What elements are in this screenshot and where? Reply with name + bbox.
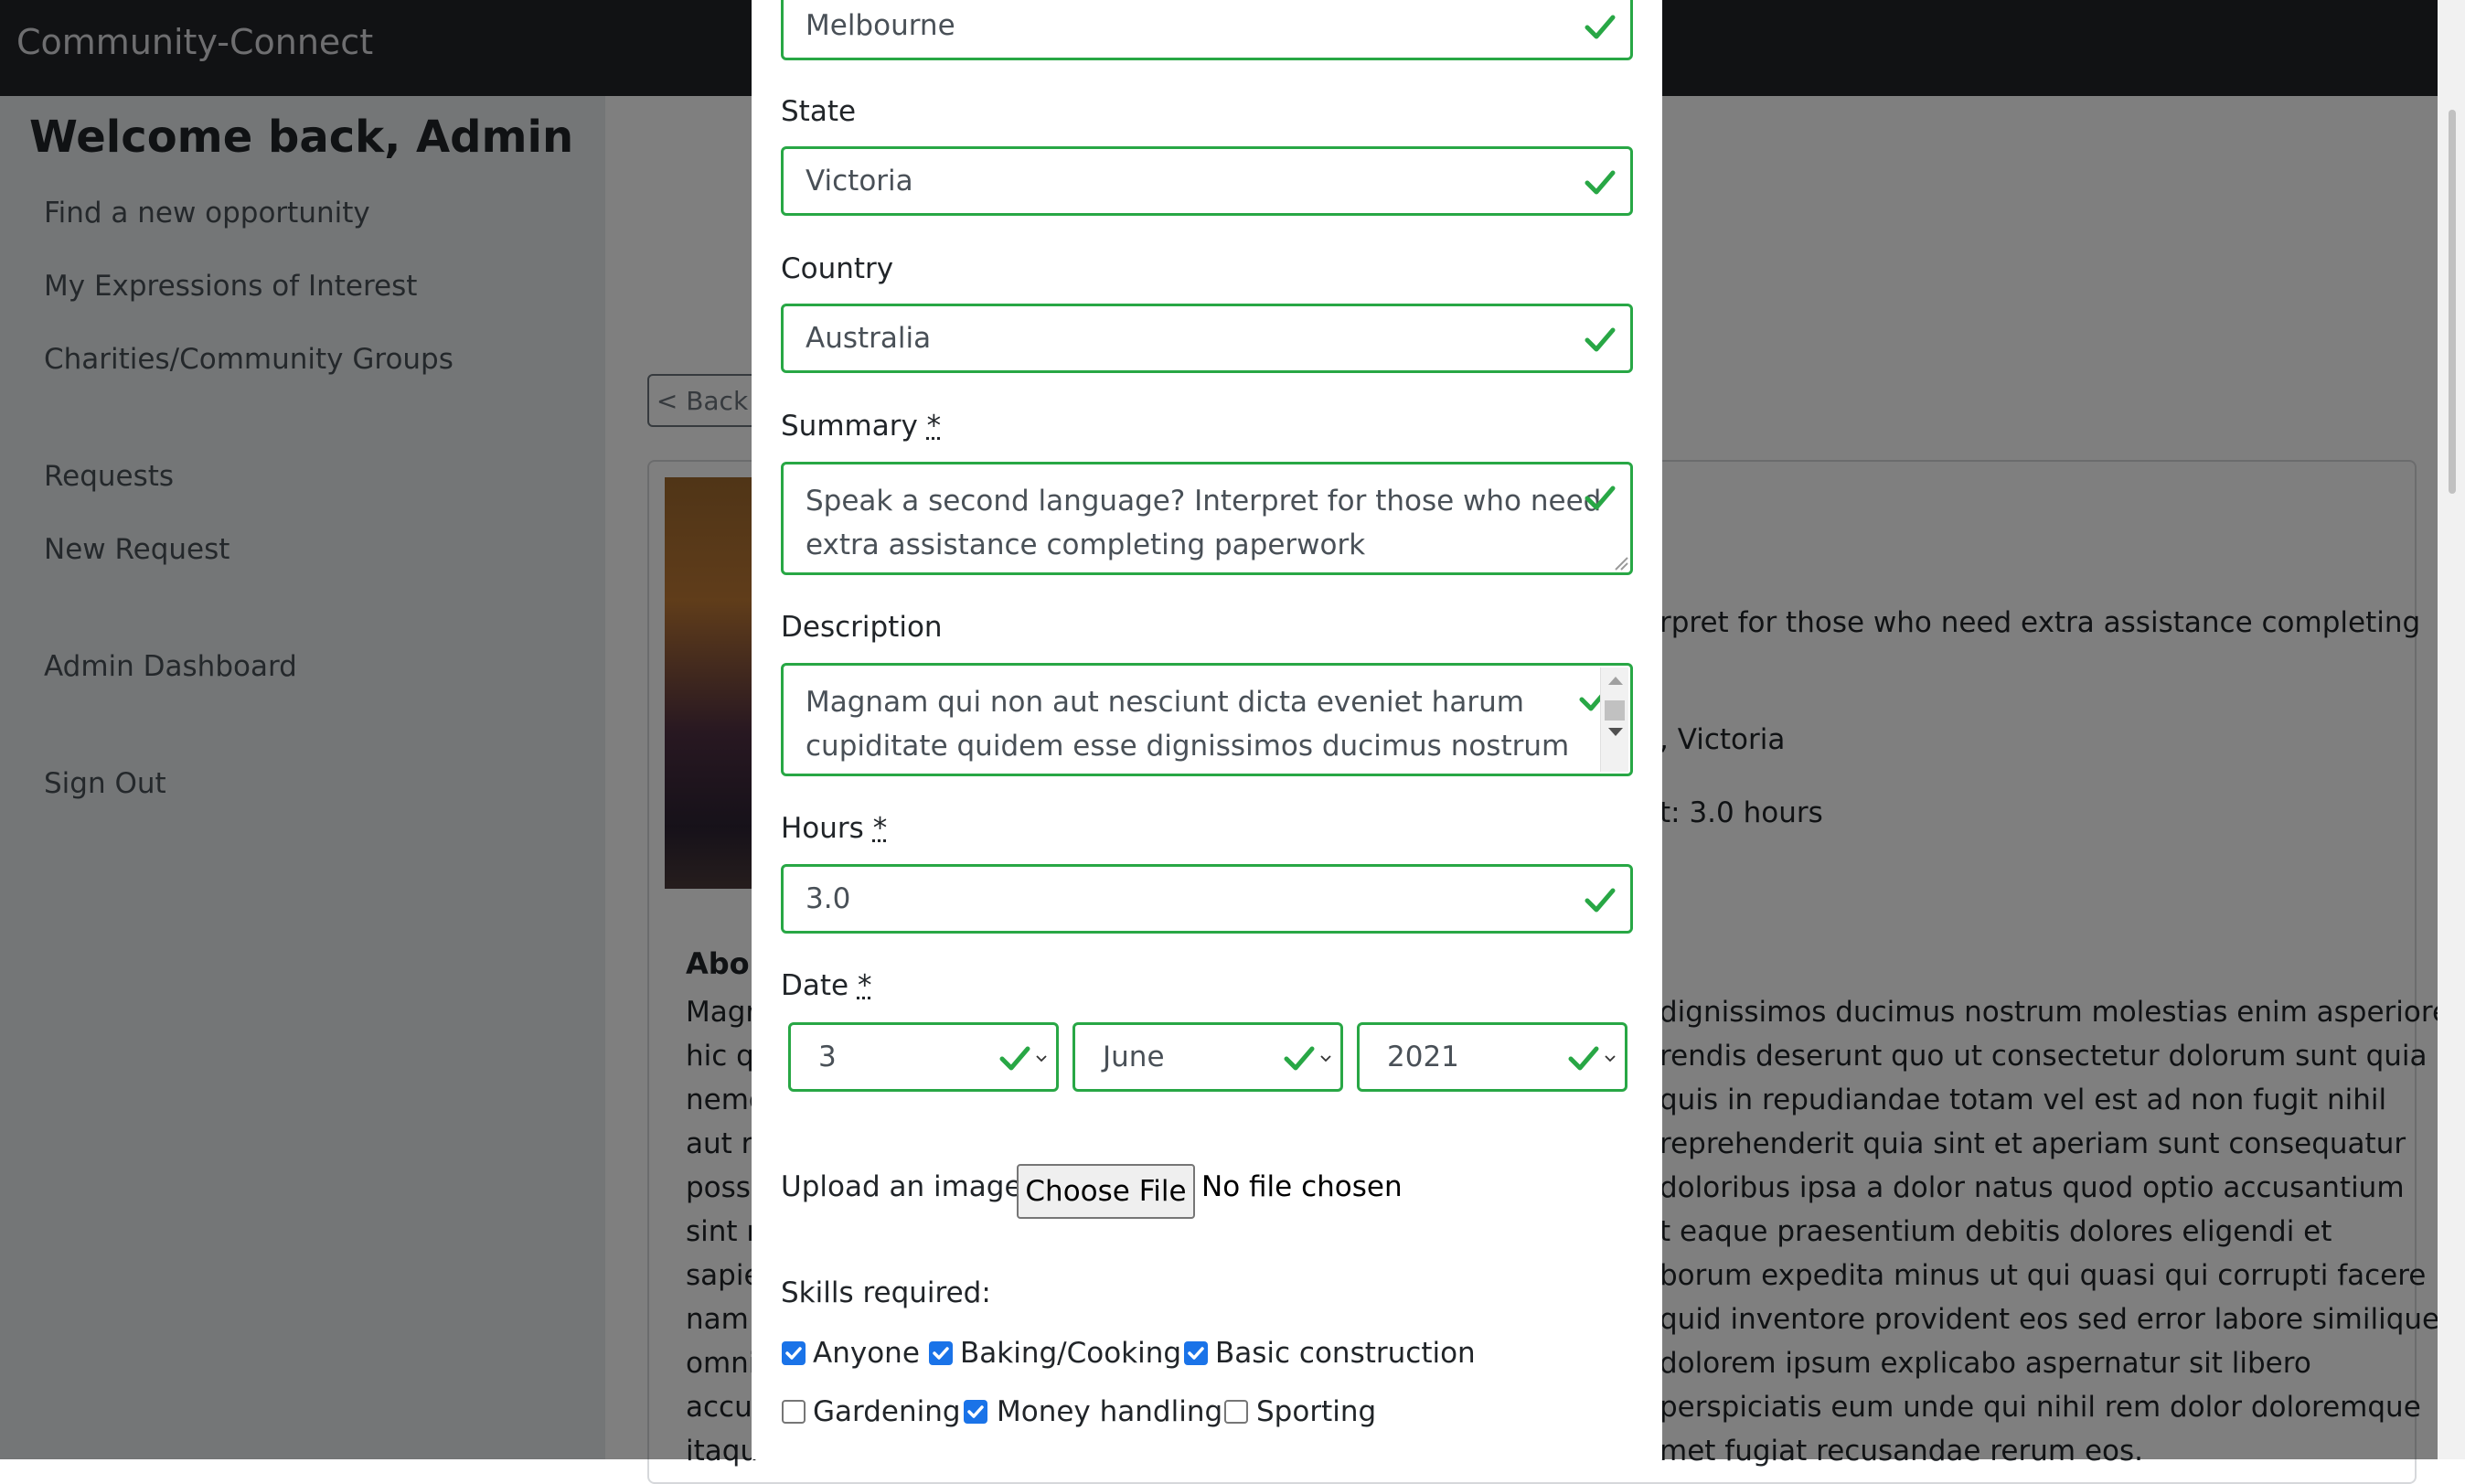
date-month-select[interactable]: June: [1072, 1022, 1343, 1092]
skill-label-anyone[interactable]: Anyone: [813, 1337, 920, 1370]
description-textarea[interactable]: Magnam qui non aut nesciunt dicta evenie…: [781, 663, 1633, 776]
choose-file-button[interactable]: Choose File: [1017, 1164, 1195, 1219]
country-input[interactable]: Australia: [781, 304, 1633, 373]
description-label: Description: [781, 611, 943, 644]
required-marker: *: [872, 812, 888, 845]
date-year-value: 2021: [1387, 1041, 1459, 1073]
scroll-up-icon[interactable]: [1608, 677, 1623, 685]
chevron-down-icon: [1036, 1055, 1047, 1062]
date-label: Date *: [781, 969, 872, 1002]
summary-label: Summary *: [781, 410, 942, 443]
date-month-value: June: [1103, 1041, 1165, 1073]
skills-required-label: Skills required:: [781, 1276, 991, 1309]
skill-label-sporting[interactable]: Sporting: [1256, 1395, 1376, 1428]
chevron-down-icon: [1605, 1055, 1616, 1062]
skill-checkbox-basic-construction[interactable]: [1184, 1341, 1208, 1365]
valid-check-icon: [1585, 170, 1616, 195]
description-line: cupiditate quidem esse dignissimos ducim…: [806, 730, 1570, 763]
no-file-chosen-text: No file chosen: [1201, 1170, 1403, 1203]
hours-input[interactable]: 3.0: [781, 864, 1633, 934]
city-value: Melbourne: [806, 9, 955, 42]
summary-line: extra assistance completing paperwork: [806, 528, 1366, 561]
state-input[interactable]: Victoria: [781, 146, 1633, 216]
chevron-down-icon: [1320, 1055, 1331, 1062]
skill-checkbox-sporting[interactable]: [1224, 1400, 1248, 1424]
valid-check-icon: [1568, 1046, 1599, 1071]
skill-checkbox-gardening[interactable]: [782, 1400, 806, 1424]
scroll-down-icon[interactable]: [1608, 728, 1623, 736]
valid-check-icon: [1585, 486, 1616, 510]
valid-check-icon: [1585, 888, 1616, 913]
scroll-thumb[interactable]: [1605, 700, 1625, 721]
skill-label-baking[interactable]: Baking/Cooking: [960, 1337, 1181, 1370]
required-marker: *: [857, 969, 872, 1002]
country-value: Australia: [806, 322, 932, 355]
valid-check-icon: [1585, 15, 1616, 39]
skill-label-money-handling[interactable]: Money handling: [997, 1395, 1222, 1428]
hours-label: Hours *: [781, 812, 888, 845]
valid-check-icon: [1585, 327, 1616, 352]
required-marker: *: [926, 410, 942, 443]
valid-check-icon: [1284, 1046, 1315, 1071]
date-day-select[interactable]: 3: [788, 1022, 1059, 1092]
country-label: Country: [781, 252, 894, 285]
date-year-select[interactable]: 2021: [1357, 1022, 1627, 1092]
skill-checkbox-money-handling[interactable]: [964, 1400, 987, 1424]
upload-image-label: Upload an image:: [781, 1170, 1031, 1203]
description-line: Magnam qui non aut nesciunt dicta evenie…: [806, 686, 1524, 719]
skill-checkbox-baking[interactable]: [929, 1341, 953, 1365]
city-input[interactable]: Melbourne: [781, 0, 1633, 60]
skill-label-gardening[interactable]: Gardening: [813, 1395, 961, 1428]
modal-backdrop-right[interactable]: [1662, 0, 2465, 1459]
summary-line: Speak a second language? Interpret for t…: [806, 485, 1602, 518]
skill-checkbox-anyone[interactable]: [782, 1341, 806, 1365]
resize-handle-icon[interactable]: [1612, 554, 1628, 571]
state-value: Victoria: [806, 165, 913, 198]
page-scrollbar-thumb[interactable]: [2449, 110, 2456, 494]
modal-backdrop-left[interactable]: [0, 0, 752, 1459]
valid-check-icon: [999, 1046, 1030, 1071]
skill-label-basic-construction[interactable]: Basic construction: [1215, 1337, 1476, 1370]
description-scrollbar[interactable]: [1600, 667, 1628, 772]
date-day-value: 3: [818, 1041, 837, 1073]
state-label: State: [781, 95, 857, 128]
hours-value: 3.0: [806, 882, 851, 915]
summary-textarea[interactable]: Speak a second language? Interpret for t…: [781, 462, 1633, 575]
